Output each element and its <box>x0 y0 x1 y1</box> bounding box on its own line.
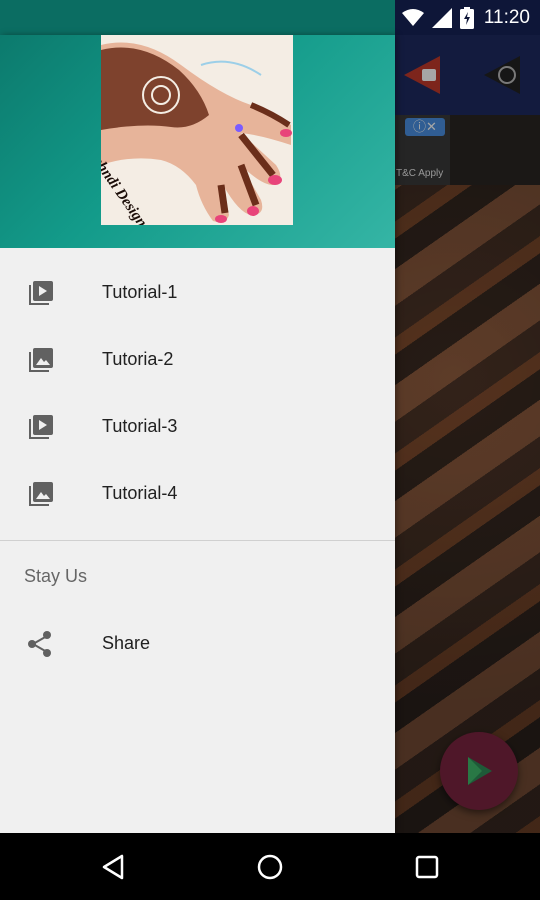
menu-item-share[interactable]: Share <box>0 610 395 677</box>
signal-icon <box>431 7 452 28</box>
menu-item-tutorial-4[interactable]: Tutorial-4 <box>0 460 395 527</box>
menu-divider <box>0 540 395 541</box>
video-library-icon <box>29 281 53 305</box>
wifi-icon <box>401 8 424 26</box>
menu-item-label: Tutorial-1 <box>102 282 178 302</box>
share-icon <box>28 631 51 657</box>
section-header-stay-us: Stay Us <box>24 566 88 586</box>
video-library-icon <box>29 415 53 439</box>
menu-item-tutoria-2[interactable]: Tutoria-2 <box>0 326 395 393</box>
drawer-header: Mehndi Designs <box>0 35 395 248</box>
system-nav-bar <box>0 833 540 900</box>
menu-item-tutorial-3[interactable]: Tutorial-3 <box>0 393 395 460</box>
status-bar: 11:20 <box>0 0 540 35</box>
photo-library-icon <box>29 482 53 506</box>
battery-icon <box>459 6 474 29</box>
menu-item-label: Share <box>102 633 151 653</box>
navigation-drawer: Mehndi Designs Tutorial-1 Tutoria-2 Tuto… <box>0 35 395 833</box>
menu-item-label: Tutorial-3 <box>102 416 178 436</box>
header-image: Mehndi Designs <box>101 35 293 225</box>
menu-item-label: Tutorial-4 <box>102 483 178 503</box>
screen: ⓘ✕ T&C Apply 11:20 Mehndi Designs Tutori… <box>0 0 540 900</box>
back-button[interactable] <box>98 851 130 883</box>
menu-item-label: Tutoria-2 <box>102 349 174 369</box>
recents-button[interactable] <box>411 851 443 883</box>
home-button[interactable] <box>254 851 286 883</box>
photo-library-icon <box>29 348 53 372</box>
menu-item-tutorial-1[interactable]: Tutorial-1 <box>0 259 395 326</box>
status-time: 11:20 <box>483 6 530 28</box>
